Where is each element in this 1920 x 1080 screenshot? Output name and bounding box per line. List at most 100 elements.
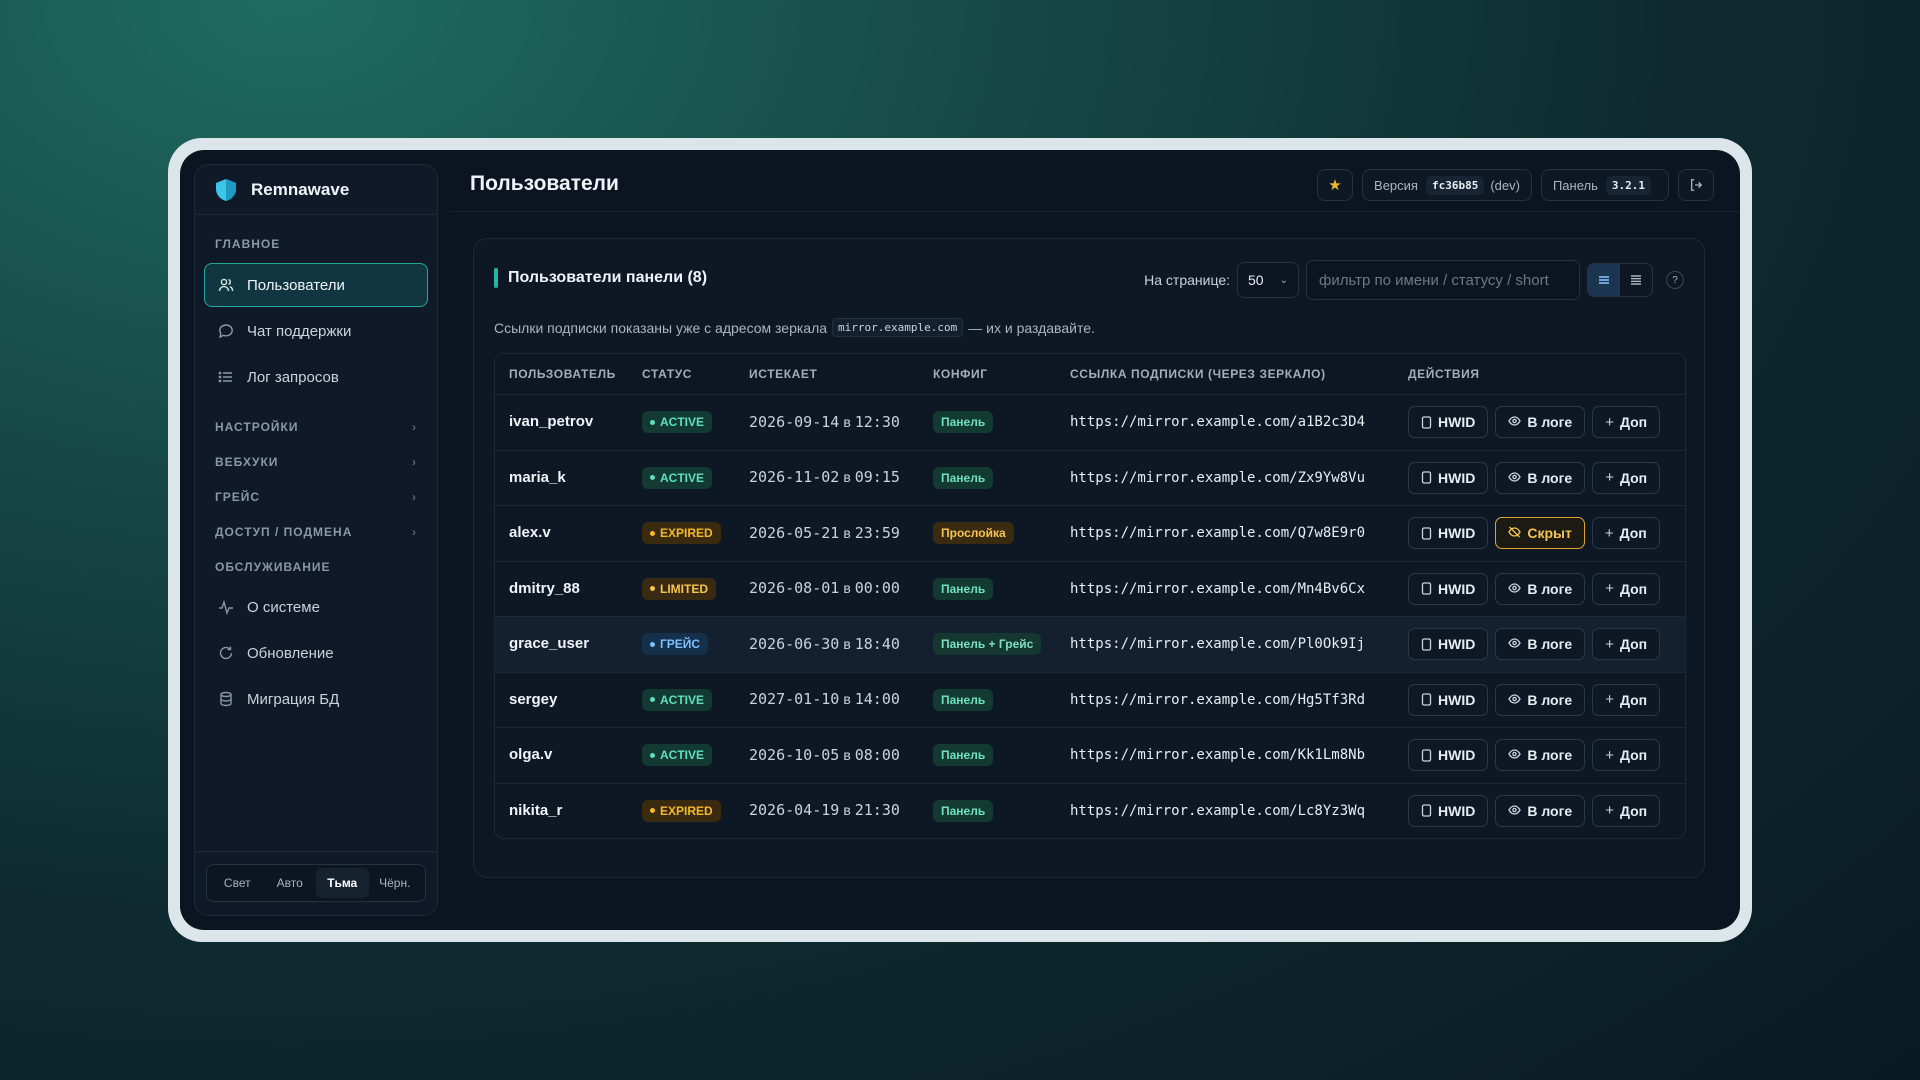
shield-icon	[216, 178, 236, 201]
hwid-button[interactable]: HWID	[1408, 406, 1489, 439]
hwid-button[interactable]: HWID	[1408, 572, 1489, 605]
subscription-link[interactable]: https://mirror.example.com/Q7w8E9r0	[1070, 525, 1365, 541]
sidebar-item-support-chat[interactable]: Чат поддержки	[204, 309, 428, 353]
table-header: ПОЛЬЗОВАТЕЛЬ СТАТУС ИСТЕКАЕТ КОНФИГ ССЫЛ…	[495, 354, 1685, 394]
username[interactable]: alex.v	[509, 524, 551, 541]
subscription-link[interactable]: https://mirror.example.com/a1B2c3D4	[1070, 414, 1365, 430]
log-visibility-button[interactable]: В логе	[1495, 406, 1586, 439]
users-icon	[217, 276, 235, 294]
username[interactable]: sergey	[509, 691, 557, 708]
username[interactable]: dmitry_88	[509, 580, 580, 597]
column-header[interactable]: КОНФИГ	[919, 367, 1056, 381]
brand[interactable]: Remnawave	[195, 165, 437, 215]
brand-name: Remnawave	[251, 179, 350, 199]
plus-icon: +	[1605, 746, 1614, 764]
theme-dark-button[interactable]: Тьма	[316, 868, 369, 898]
sidebar-item-label: Чат поддержки	[247, 322, 352, 340]
username[interactable]: nikita_r	[509, 802, 562, 819]
config-badge: Панель	[933, 688, 994, 711]
more-button[interactable]: + Доп	[1592, 572, 1661, 605]
theme-black-button[interactable]: Чёрн.	[369, 868, 422, 898]
help-icon[interactable]: ?	[1666, 271, 1684, 289]
sidebar-item-users[interactable]: Пользователи	[204, 263, 428, 307]
row-actions: HWID В логе + Доп	[1408, 683, 1685, 716]
status-badge: LIMITED	[642, 577, 716, 600]
row-actions: HWID Скрыт + Доп	[1408, 517, 1685, 550]
hwid-button[interactable]: HWID	[1408, 683, 1489, 716]
log-visibility-button[interactable]: В логе	[1495, 572, 1586, 605]
chevron-right-icon: ›	[412, 454, 417, 469]
view-toggle	[1587, 263, 1653, 297]
column-header[interactable]: СТАТУС	[628, 367, 735, 381]
chevron-right-icon: ›	[412, 419, 417, 434]
sidebar-item-about[interactable]: О системе	[204, 585, 428, 629]
log-visibility-button[interactable]: В логе	[1495, 739, 1586, 772]
per-page-select[interactable]: 50 ⌄	[1237, 262, 1299, 298]
refresh-icon	[217, 644, 235, 662]
users-table: ПОЛЬЗОВАТЕЛЬ СТАТУС ИСТЕКАЕТ КОНФИГ ССЫЛ…	[494, 353, 1686, 839]
hwid-button[interactable]: HWID	[1408, 794, 1489, 827]
theme-light-button[interactable]: Свет	[211, 868, 264, 898]
hwid-button[interactable]: HWID	[1408, 461, 1489, 494]
subscription-link[interactable]: https://mirror.example.com/Kk1Lm8Nb	[1070, 747, 1365, 763]
section-grace[interactable]: ГРЕЙС ›	[195, 479, 437, 514]
sidebar-item-request-log[interactable]: Лог запросов	[204, 355, 428, 399]
app-window: Remnawave ГЛАВНОЕ Пользователи Чат подде…	[180, 150, 1740, 930]
status-dot	[650, 697, 655, 703]
sidebar-item-update[interactable]: Обновление	[204, 631, 428, 675]
star-icon: ★	[1328, 177, 1342, 194]
subscription-link[interactable]: https://mirror.example.com/Hg5Tf3Rd	[1070, 692, 1365, 708]
hwid-button[interactable]: HWID	[1408, 628, 1489, 661]
filter-input[interactable]	[1306, 260, 1580, 300]
device-icon	[1421, 471, 1432, 484]
device-icon	[1421, 693, 1432, 706]
view-compact-button[interactable]	[1588, 264, 1620, 296]
page-title: Пользователи	[470, 172, 619, 195]
hwid-button[interactable]: HWID	[1408, 517, 1489, 550]
hwid-button[interactable]: HWID	[1408, 739, 1489, 772]
logout-button[interactable]	[1678, 169, 1714, 201]
row-actions: HWID В логе + Доп	[1408, 572, 1685, 605]
column-header[interactable]: ИСТЕКАЕТ	[735, 367, 919, 381]
plus-icon: +	[1605, 691, 1614, 709]
users-card: Пользователи панели (8) На странице: 50 …	[473, 238, 1705, 878]
more-button[interactable]: + Доп	[1592, 683, 1661, 716]
status-badge: ГРЕЙС	[642, 633, 709, 656]
subscription-link[interactable]: https://mirror.example.com/Zx9Yw8Vu	[1070, 470, 1365, 486]
expires-at: 2026-09-14 в 12:30	[749, 412, 900, 431]
eye-icon	[1508, 415, 1522, 429]
username[interactable]: maria_k	[509, 469, 566, 486]
theme-auto-button[interactable]: Авто	[264, 868, 317, 898]
status-dot	[650, 530, 655, 536]
plus-icon: +	[1605, 635, 1614, 653]
chevron-right-icon: ›	[412, 524, 417, 539]
config-badge: Прослойка	[933, 522, 1014, 545]
more-button[interactable]: + Доп	[1592, 739, 1661, 772]
log-visibility-button[interactable]: В логе	[1495, 461, 1586, 494]
sidebar-item-db-migration[interactable]: Миграция БД	[204, 677, 428, 721]
log-visibility-button[interactable]: В логе	[1495, 683, 1586, 716]
version-pill: Версия fc36b85 (dev)	[1362, 169, 1532, 201]
more-button[interactable]: + Доп	[1592, 628, 1661, 661]
more-button[interactable]: + Доп	[1592, 461, 1661, 494]
section-main-label: ГЛАВНОЕ	[215, 237, 281, 251]
log-visibility-button[interactable]: В логе	[1495, 628, 1586, 661]
column-header[interactable]: ПОЛЬЗОВАТЕЛЬ	[495, 367, 628, 381]
subscription-link[interactable]: https://mirror.example.com/Pl0Ok9Ij	[1070, 636, 1365, 652]
username[interactable]: ivan_petrov	[509, 413, 593, 430]
subscription-link[interactable]: https://mirror.example.com/Mn4Bv6Cx	[1070, 581, 1365, 597]
more-button[interactable]: + Доп	[1592, 406, 1661, 439]
view-dense-button[interactable]	[1620, 264, 1652, 296]
username[interactable]: olga.v	[509, 746, 552, 763]
section-access[interactable]: ДОСТУП / ПОДМЕНА ›	[195, 514, 437, 549]
sidebar-item-label: Пользователи	[247, 276, 345, 294]
more-button[interactable]: + Доп	[1591, 517, 1660, 550]
log-visibility-button[interactable]: В логе	[1495, 794, 1586, 827]
more-button[interactable]: + Доп	[1592, 794, 1661, 827]
log-visibility-button[interactable]: Скрыт	[1495, 517, 1585, 550]
section-webhooks[interactable]: ВЕБХУКИ ›	[195, 444, 437, 479]
username[interactable]: grace_user	[509, 635, 589, 652]
subscription-link[interactable]: https://mirror.example.com/Lc8Yz3Wq	[1070, 803, 1365, 819]
section-settings[interactable]: НАСТРОЙКИ ›	[195, 409, 437, 444]
favorite-button[interactable]: ★	[1317, 169, 1354, 201]
